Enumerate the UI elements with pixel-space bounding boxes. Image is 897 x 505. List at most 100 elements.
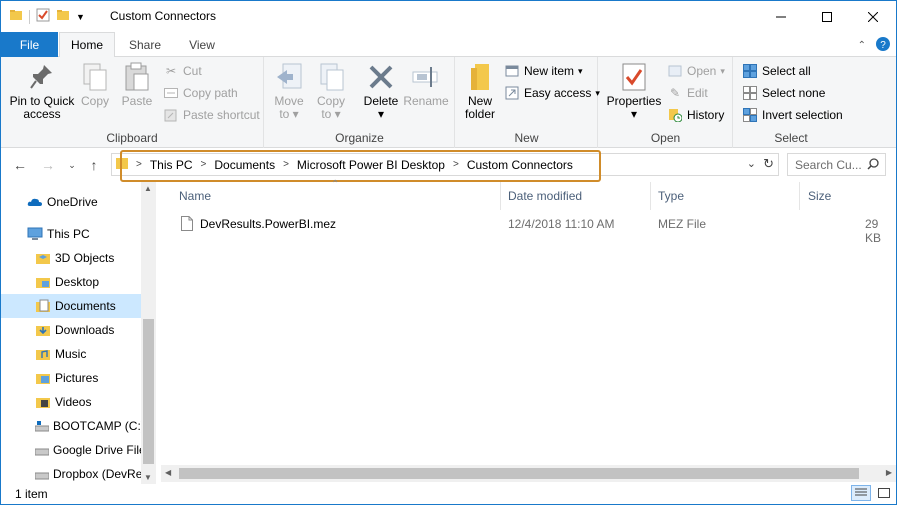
- pin-to-quick-access-button[interactable]: Pin to Quick access: [7, 61, 77, 121]
- scroll-up-icon[interactable]: ▲: [144, 184, 152, 193]
- tab-view[interactable]: View: [176, 32, 228, 57]
- column-header-type[interactable]: Type: [658, 182, 684, 210]
- nav-item-3d-objects[interactable]: 3D Objects: [1, 246, 141, 270]
- address-bar-row: ← → ⌄ ↑ > This PC > Documents > Microsof…: [1, 148, 896, 182]
- open-group-label: Open: [650, 131, 681, 145]
- refresh-icon[interactable]: ↻: [763, 156, 774, 172]
- drive-icon: [35, 466, 49, 482]
- address-dropdown-icon[interactable]: ⌄: [747, 157, 756, 170]
- cut-button[interactable]: ✂ Cut: [163, 61, 202, 81]
- nav-item-bootcamp[interactable]: BOOTCAMP (C:): [1, 414, 141, 438]
- move-to-icon: [273, 61, 305, 93]
- rename-button[interactable]: Rename: [403, 61, 449, 108]
- nav-item-desktop[interactable]: Desktop: [1, 270, 141, 294]
- up-arrow-icon[interactable]: ↑: [85, 157, 103, 173]
- qat-dropdown-icon[interactable]: ▼: [76, 12, 85, 22]
- nav-item-pictures[interactable]: Pictures: [1, 366, 141, 390]
- paste-shortcut-button[interactable]: Paste shortcut: [163, 105, 260, 125]
- collapse-ribbon-icon[interactable]: ⌃: [858, 40, 866, 51]
- new-item-button[interactable]: New item ▾: [504, 61, 583, 81]
- nav-item-onedrive[interactable]: OneDrive: [1, 190, 141, 214]
- help-icon[interactable]: ?: [876, 37, 890, 54]
- nav-item-google-drive[interactable]: Google Drive File: [1, 438, 141, 462]
- delete-button[interactable]: Delete ▾: [361, 61, 401, 121]
- file-icon: [181, 216, 193, 234]
- paste-shortcut-icon: [163, 107, 179, 123]
- desktop-icon: [35, 274, 51, 290]
- minimize-button[interactable]: [758, 1, 804, 32]
- new-folder-icon[interactable]: [56, 8, 70, 25]
- column-separator[interactable]: [650, 182, 651, 210]
- move-to-button[interactable]: Move to ▾: [271, 61, 307, 121]
- large-icons-view-icon[interactable]: [875, 485, 893, 501]
- select-all-button[interactable]: Select all: [742, 61, 811, 81]
- nav-item-this-pc[interactable]: This PC: [1, 222, 141, 246]
- select-group-label: Select: [774, 131, 808, 145]
- column-separator[interactable]: [500, 182, 501, 210]
- videos-icon: [35, 394, 51, 410]
- nav-item-documents[interactable]: Documents: [1, 294, 141, 318]
- nav-pane-scroll-thumb[interactable]: [143, 319, 154, 464]
- copy-to-button[interactable]: Copy to ▾: [313, 61, 349, 121]
- recent-locations-chevron-icon[interactable]: ⌄: [63, 157, 81, 173]
- easy-access-button[interactable]: Easy access ▾: [504, 83, 600, 103]
- open-icon: [667, 63, 683, 79]
- nav-item-downloads[interactable]: Downloads: [1, 318, 141, 342]
- column-header-date[interactable]: Date modified: [508, 182, 582, 210]
- group-organize: Move to ▾ Copy to ▾ Delete ▾ Rename Orga…: [265, 57, 455, 148]
- breadcrumb-item[interactable]: Custom Connectors: [467, 158, 573, 172]
- select-none-button[interactable]: Select none: [742, 83, 825, 103]
- file-name: DevResults.PowerBI.mez: [200, 217, 337, 231]
- scroll-right-icon[interactable]: ▶: [886, 468, 892, 477]
- nav-item-music[interactable]: Music: [1, 342, 141, 366]
- address-folder-icon: [116, 156, 128, 173]
- copy-path-button[interactable]: Copy path: [163, 83, 238, 103]
- scroll-down-icon[interactable]: ▼: [144, 473, 152, 482]
- drive-icon: [35, 418, 49, 434]
- new-group-label: New: [514, 131, 539, 145]
- item-count: 1 item: [15, 487, 48, 501]
- file-list-horizontal-scrollbar[interactable]: ◀ ▶: [161, 465, 896, 482]
- 3d-objects-icon: [35, 250, 51, 266]
- search-input[interactable]: Search Cu...: [787, 153, 886, 176]
- new-folder-button[interactable]: New folder: [460, 61, 500, 121]
- properties-check-icon[interactable]: [36, 8, 50, 25]
- forward-arrow-icon[interactable]: →: [39, 157, 57, 173]
- column-header-size[interactable]: Size: [808, 182, 831, 210]
- column-header-name[interactable]: Name: [179, 182, 211, 210]
- column-separator[interactable]: [799, 182, 800, 210]
- cloud-icon: [27, 194, 43, 210]
- breadcrumb-item[interactable]: Documents: [214, 158, 275, 172]
- maximize-button[interactable]: [804, 1, 850, 32]
- rename-icon: [410, 61, 442, 93]
- clipboard-group-label: Clipboard: [106, 131, 158, 145]
- invert-selection-button[interactable]: Invert selection: [742, 105, 843, 125]
- music-icon: [35, 346, 51, 362]
- tab-file[interactable]: File: [1, 32, 58, 57]
- tab-home[interactable]: Home: [59, 32, 115, 58]
- close-button[interactable]: [850, 1, 896, 32]
- address-bar[interactable]: > This PC > Documents > Microsoft Power …: [111, 153, 779, 176]
- scroll-left-icon[interactable]: ◀: [165, 468, 171, 477]
- breadcrumb-item[interactable]: Microsoft Power BI Desktop: [297, 158, 445, 172]
- back-arrow-icon[interactable]: ←: [11, 157, 29, 173]
- nav-item-videos[interactable]: Videos: [1, 390, 141, 414]
- open-button[interactable]: Open ▾: [667, 61, 725, 81]
- nav-item-dropbox[interactable]: Dropbox (DevRe: [1, 462, 141, 486]
- breadcrumb-item[interactable]: This PC: [150, 158, 193, 172]
- file-date: 12/4/2018 11:10 AM: [508, 217, 615, 231]
- tab-share[interactable]: Share: [119, 32, 171, 57]
- properties-button[interactable]: Properties ▾: [603, 61, 665, 121]
- copy-button[interactable]: Copy: [77, 61, 113, 108]
- table-row[interactable]: DevResults.PowerBI.mez 12/4/2018 11:10 A…: [171, 213, 896, 245]
- select-none-icon: [742, 85, 758, 101]
- horizontal-scroll-thumb[interactable]: [179, 468, 859, 479]
- nav-pane-scrollbar[interactable]: ▲ ▼: [141, 182, 156, 484]
- paste-icon: [121, 61, 153, 93]
- properties-icon: [618, 61, 650, 93]
- file-list: ⌃ Name Date modified Type Size DevResult…: [161, 179, 896, 484]
- history-button[interactable]: History: [667, 105, 724, 125]
- details-view-icon[interactable]: [851, 485, 871, 501]
- paste-button[interactable]: Paste: [117, 61, 157, 108]
- edit-button[interactable]: ✎ Edit: [667, 83, 708, 103]
